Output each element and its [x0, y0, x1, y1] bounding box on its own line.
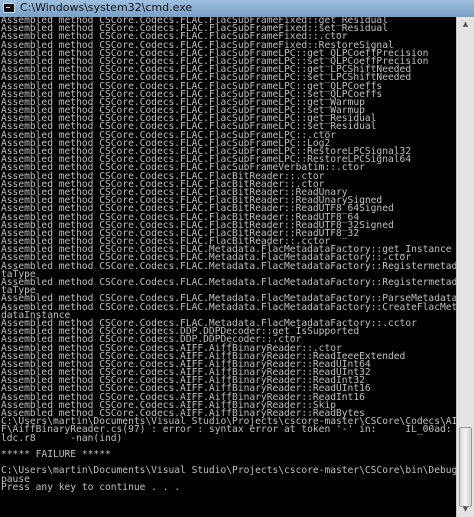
console-lines: Assembled method CSCore.Codecs.FLAC.Flac… — [0, 17, 456, 492]
console-line: Assembled method CSCore.Codecs.FLAC.Meta… — [1, 260, 456, 272]
console-line: ldc.r8 -nan(ind) — [1, 432, 123, 444]
scroll-down-arrow-icon[interactable]: ▼ — [459, 503, 472, 515]
console-line: ***** FAILURE ***** — [1, 448, 111, 460]
console-line: Assembled method CSCore.Codecs.FLAC.Meta… — [1, 277, 456, 288]
console-line: Press any key to continue . . . — [1, 481, 181, 493]
scroll-up-arrow-icon[interactable]: ▲ — [459, 18, 472, 30]
cmd-icon[interactable] — [3, 3, 15, 13]
window-title: C:\Windows\system32\cmd.exe — [20, 1, 193, 14]
console-line: C:\Users\martin\Documents\Visual Studio\… — [1, 465, 456, 477]
console-output[interactable]: Assembled method CSCore.Codecs.FLAC.Flac… — [0, 17, 456, 517]
vertical-scrollbar[interactable]: ▲ ▼ — [456, 17, 474, 517]
cmd-window: C:\Windows\system32\cmd.exe Assembled me… — [0, 0, 474, 517]
scroll-thumb[interactable] — [459, 427, 472, 507]
title-bar[interactable]: C:\Windows\system32\cmd.exe — [0, 0, 474, 17]
